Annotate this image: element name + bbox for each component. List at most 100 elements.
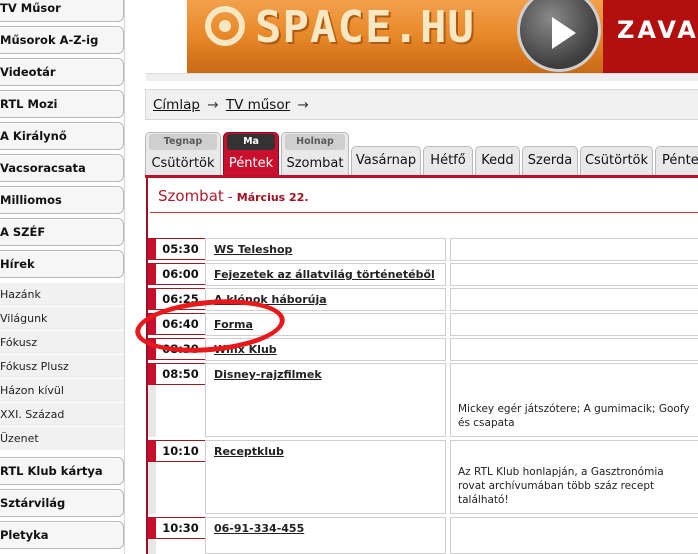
program-description-cell: Az RTL Klub honlapján, a Gasztronómia ro… xyxy=(450,440,698,514)
day-header-separator: - xyxy=(223,190,237,205)
tab-day-6[interactable]: Szerda xyxy=(522,146,578,175)
program-time: 06:00 xyxy=(148,263,206,285)
program-title-link[interactable]: A klónok háborúja xyxy=(214,293,327,306)
program-time: 06:40 xyxy=(148,313,206,335)
tab-day-5[interactable]: Kedd xyxy=(475,146,520,175)
tab-pill: Ma xyxy=(227,134,275,150)
program-title-cell: Forma xyxy=(205,313,446,336)
sidebar-divider xyxy=(124,0,125,554)
ad-banner[interactable]: SPACE.HU ZAVAR xyxy=(187,0,698,73)
day-header-day: Szombat xyxy=(158,187,224,205)
program-title-cell: 06-91-334-455 xyxy=(205,517,446,554)
tab-label: Hétfő xyxy=(430,153,466,168)
program-title-link[interactable]: WS Teleshop xyxy=(214,243,292,256)
program-description-cell xyxy=(450,338,698,361)
day-header: Szombat - Március 22. xyxy=(158,187,309,205)
program-title-link[interactable]: Disney-rajzfilmek xyxy=(214,368,322,381)
banner-shelf xyxy=(146,73,698,81)
banner-right-text: ZAVAR xyxy=(617,16,698,44)
sidebar-item-a-szef[interactable]: A SZÉF xyxy=(0,218,124,246)
sidebar-subitem-xxi-szazad[interactable]: XXI. Század xyxy=(0,403,124,427)
program-time: 08:30 xyxy=(148,338,206,360)
program-title-cell: Receptklub xyxy=(205,440,446,514)
play-triangle-icon xyxy=(552,17,576,49)
tab-day-1[interactable]: Ma Péntek xyxy=(223,132,279,175)
sidebar-subitem-uzenet[interactable]: Üzenet xyxy=(0,427,124,451)
day-header-divider xyxy=(150,212,698,213)
tab-label: Péntek xyxy=(228,156,274,171)
logo-dot-icon xyxy=(219,20,231,32)
sidebar-item-musorok-a-z[interactable]: Műsorok A-Z-ig xyxy=(0,26,124,54)
tab-label: Csütörtök xyxy=(151,156,215,171)
breadcrumb: Címlap → TV műsor → xyxy=(145,89,698,120)
sidebar-item-milliomos[interactable]: Milliomos xyxy=(0,186,124,214)
table-row: 10:10 Receptklub Az RTL Klub honlapján, … xyxy=(146,440,698,514)
program-description: Mickey egér játszótere; A gumimacik; Goo… xyxy=(458,403,690,429)
tab-label: Szombat xyxy=(286,156,344,171)
tab-day-3[interactable]: Vasárnap xyxy=(351,146,421,175)
sidebar-nav: TV Műsor Műsorok A-Z-ig Videotár RTL Moz… xyxy=(0,0,128,554)
program-title-link[interactable]: Receptklub xyxy=(214,445,284,458)
program-time: 10:30 xyxy=(148,517,206,539)
table-row: 05:30 WS Teleshop xyxy=(146,238,698,261)
program-title-cell: Winx Klub xyxy=(205,338,446,361)
day-header-date: Március 22. xyxy=(236,191,309,204)
tab-pill: Holnap xyxy=(285,134,345,150)
tab-label: Csütörtök xyxy=(584,153,649,168)
tab-day-2[interactable]: Holnap Szombat xyxy=(281,132,349,175)
program-description-cell xyxy=(450,263,698,286)
sidebar-item-pletyka[interactable]: Pletyka xyxy=(0,521,124,549)
breadcrumb-link-cimlap[interactable]: Címlap xyxy=(153,97,200,113)
program-title-link[interactable]: 06-91-334-455 xyxy=(214,522,304,535)
program-title-cell: A klónok háborúja xyxy=(205,288,446,311)
play-icon[interactable] xyxy=(517,0,601,72)
sidebar-item-a-kiralyno[interactable]: A Királynő xyxy=(0,122,124,150)
tab-day-0[interactable]: Tegnap Csütörtök xyxy=(145,132,221,175)
program-title-link[interactable]: Winx Klub xyxy=(214,343,277,356)
program-description: Az RTL Klub honlapján, a Gasztronómia ro… xyxy=(458,466,664,506)
sidebar-item-rtl-mozi[interactable]: RTL Mozi xyxy=(0,90,124,118)
sidebar-item-hirek[interactable]: Hírek xyxy=(0,250,124,278)
sidebar-subitem-hazon-kivul[interactable]: Házon kívül xyxy=(0,379,124,403)
tab-label: Vasárnap xyxy=(355,153,417,168)
sidebar-item-rtl-klub-kartya[interactable]: RTL Klub kártya xyxy=(0,457,124,485)
program-description-cell xyxy=(450,288,698,311)
program-description-cell xyxy=(450,313,698,336)
tab-label: Kedd xyxy=(481,153,514,168)
program-time: 06:25 xyxy=(148,288,206,310)
tab-label: Pénte xyxy=(662,153,698,168)
table-row: 06:40 Forma xyxy=(146,313,698,336)
sidebar-item-sztarvilag[interactable]: Sztárvilág xyxy=(0,489,124,517)
sidebar-subitem-hazank[interactable]: Hazánk xyxy=(0,283,124,307)
sidebar-subitem-fokusz-plusz[interactable]: Fókusz Plusz xyxy=(0,355,124,379)
tab-day-7[interactable]: Csütörtök xyxy=(580,146,653,175)
table-row: 08:30 Winx Klub xyxy=(146,338,698,361)
banner-right-panel: ZAVAR xyxy=(603,0,698,73)
tab-day-4[interactable]: Hétfő xyxy=(423,146,473,175)
table-row: 06:00 Fejezetek az állatvilág történetéb… xyxy=(146,263,698,286)
table-row: 06:25 A klónok háborúja xyxy=(146,288,698,311)
breadcrumb-arrow-icon: → xyxy=(297,97,309,113)
sidebar-item-tv-musor[interactable]: TV Műsor xyxy=(0,0,124,22)
tab-day-8[interactable]: Pénte xyxy=(655,146,698,175)
program-time: 05:30 xyxy=(148,238,206,260)
program-title-link[interactable]: Forma xyxy=(214,318,253,331)
program-title-cell: Disney-rajzfilmek xyxy=(205,363,446,437)
table-row: 08:50 Disney-rajzfilmek Mickey egér játs… xyxy=(146,363,698,437)
sidebar-subitem-vilagunk[interactable]: Világunk xyxy=(0,307,124,331)
sidebar-subitem-fokusz[interactable]: Fókusz xyxy=(0,331,124,355)
breadcrumb-arrow-icon: → xyxy=(207,97,219,113)
tab-pill: Tegnap xyxy=(149,134,217,150)
program-description-cell: Mickey egér játszótere; A gumimacik; Goo… xyxy=(450,363,698,437)
program-title-cell: WS Teleshop xyxy=(205,238,446,261)
sidebar-item-videotar[interactable]: Videotár xyxy=(0,58,124,86)
table-row: 10:30 06-91-334-455 xyxy=(146,517,698,554)
program-time: 10:10 xyxy=(148,440,206,462)
program-title-cell: Fejezetek az állatvilág történetéből xyxy=(205,263,446,286)
program-title-link[interactable]: Fejezetek az állatvilág történetéből xyxy=(214,268,435,281)
program-description-cell xyxy=(450,238,698,261)
sidebar-item-vacsoracsata[interactable]: Vacsoracsata xyxy=(0,154,124,182)
tab-label: Szerda xyxy=(527,153,573,168)
program-time: 08:50 xyxy=(148,363,206,385)
breadcrumb-link-tv-musor[interactable]: TV műsor xyxy=(226,97,290,113)
